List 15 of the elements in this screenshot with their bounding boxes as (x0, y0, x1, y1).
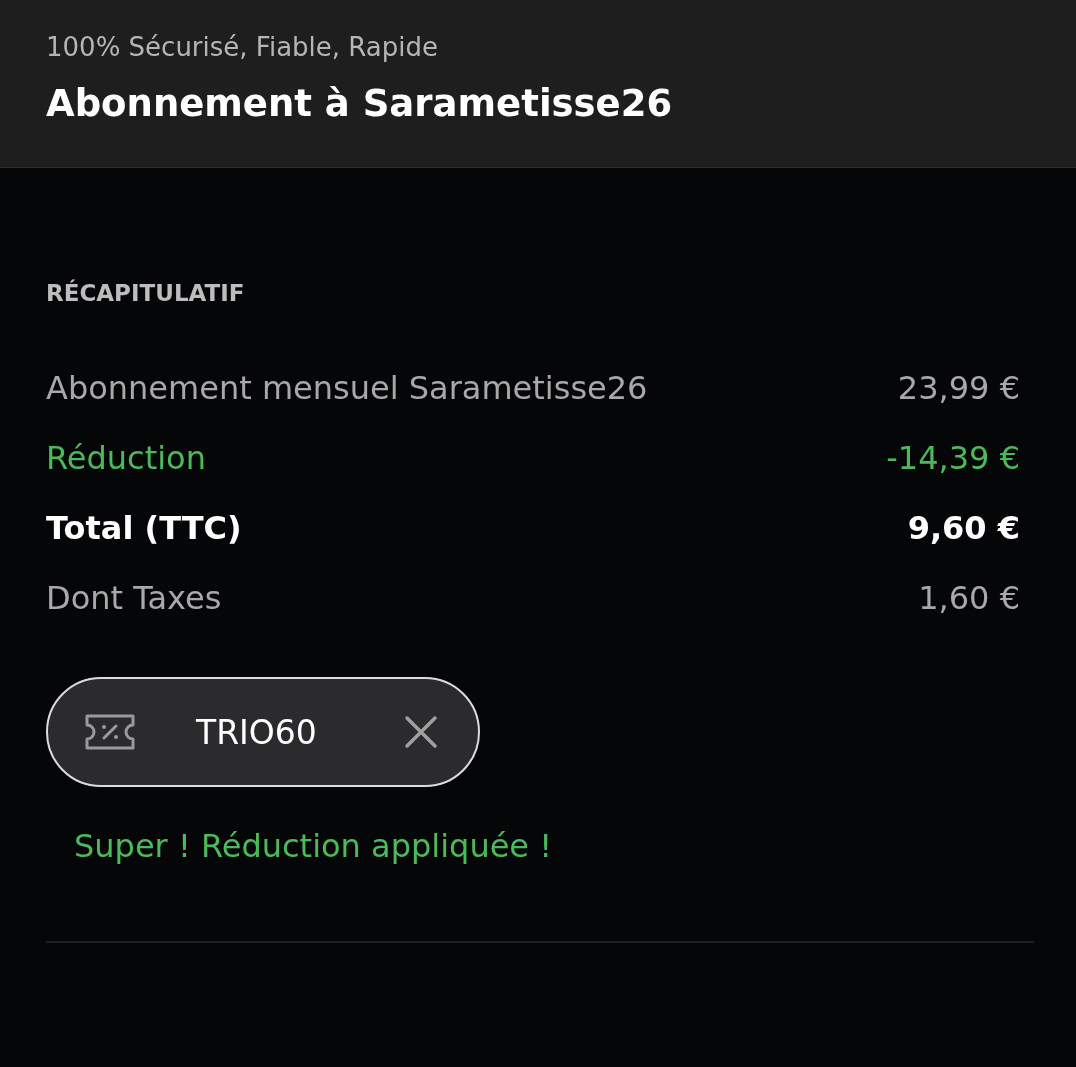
line-amount: 9,60 € (907, 508, 1020, 549)
header-subtitle: 100% Sécurisé, Fiable, Rapide (46, 32, 439, 62)
success-message: Super ! Réduction appliquée ! (74, 827, 554, 865)
line-amount: 1,60 € (918, 578, 1020, 619)
line-amount: 23,99 € (897, 368, 1020, 409)
line-label: Réduction (46, 438, 206, 479)
line-amount: -14,39 € (886, 438, 1020, 479)
section-heading: RÉCAPITULATIF (46, 280, 246, 306)
close-button[interactable] (404, 715, 438, 749)
coupon-code: TRIO60 (196, 712, 318, 752)
line-label: Dont Taxes (46, 578, 222, 619)
line-label: Total (TTC) (46, 508, 242, 549)
line-label: Abonnement mensuel Sarametisse26 (46, 368, 648, 409)
ticket-icon (84, 712, 136, 752)
page-title: Abonnement à Sarametisse26 (46, 82, 674, 125)
